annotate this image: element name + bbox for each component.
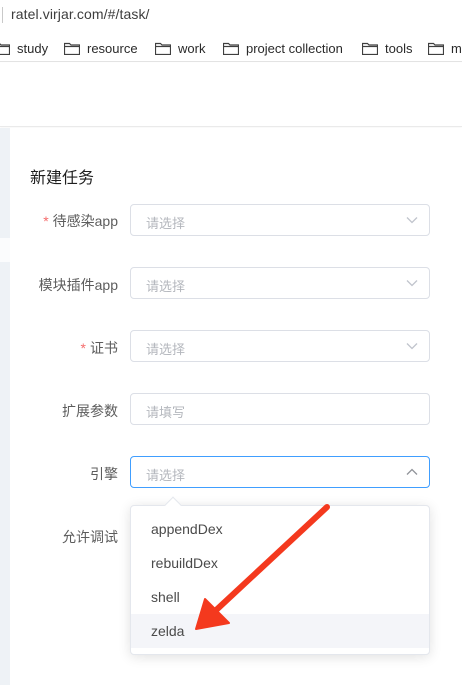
bookmarks-bar: study resource work project collection t… xyxy=(0,32,462,62)
label-text: 引擎 xyxy=(90,466,118,482)
target-app-select[interactable]: 请选择 xyxy=(130,204,430,236)
label-module-app: 模块插件app xyxy=(39,275,118,295)
screenshot: ratel.virjar.com/#/task/ study resource … xyxy=(0,0,462,685)
sidebar-edge-highlight xyxy=(0,238,10,262)
url-separator xyxy=(2,7,3,23)
address-bar[interactable]: ratel.virjar.com/#/task/ xyxy=(0,0,462,32)
bookmark-label: resource xyxy=(87,40,138,56)
engine-select[interactable]: 请选择 xyxy=(130,456,430,488)
label-text: 待感染app xyxy=(52,213,118,229)
bookmark-study[interactable]: study xyxy=(0,40,48,56)
sidebar-edge xyxy=(0,128,10,685)
placeholder: 请选择 xyxy=(146,342,186,357)
bookmark-m[interactable]: m xyxy=(428,40,462,56)
engine-option-zelda[interactable]: zelda xyxy=(131,614,429,648)
engine-option-rebuilddex[interactable]: rebuildDex xyxy=(131,546,429,580)
label-extra-params: 扩展参数 xyxy=(62,401,118,421)
chevron-down-icon xyxy=(406,217,418,224)
label-allow-debug: 允许调试 xyxy=(62,527,118,547)
url-text[interactable]: ratel.virjar.com/#/task/ xyxy=(11,6,150,22)
label-text: 证书 xyxy=(90,340,118,356)
bookmark-label: tools xyxy=(385,40,413,56)
engine-option-shell[interactable]: shell xyxy=(131,580,429,614)
bookmark-work[interactable]: work xyxy=(155,40,205,56)
bookmark-label: study xyxy=(17,40,49,56)
module-app-select[interactable]: 请选择 xyxy=(130,267,430,299)
chevron-up-icon xyxy=(406,468,418,475)
extra-params-input[interactable]: 请填写 xyxy=(130,393,430,425)
page-title: 新建任务 xyxy=(30,170,95,187)
bookmark-tools[interactable]: tools xyxy=(362,40,412,56)
placeholder: 请填写 xyxy=(146,405,186,420)
folder-icon xyxy=(155,42,171,55)
chevron-down-icon xyxy=(406,280,418,287)
label-engine: 引擎 xyxy=(90,464,118,484)
bookmark-project-collection[interactable]: project collection xyxy=(223,40,343,56)
label-text: 允许调试 xyxy=(62,529,118,545)
page-header xyxy=(0,63,462,127)
placeholder: 请选择 xyxy=(146,279,186,294)
folder-icon xyxy=(223,42,239,55)
required-mark: * xyxy=(80,340,86,356)
bookmark-label: work xyxy=(178,40,206,56)
certificate-select[interactable]: 请选择 xyxy=(130,330,430,362)
folder-icon xyxy=(0,42,10,55)
engine-option-appenddex[interactable]: appendDex xyxy=(131,512,429,546)
folder-icon xyxy=(428,42,444,55)
label-certificate: * 证书 xyxy=(81,338,118,358)
folder-icon xyxy=(64,42,80,55)
bookmark-label: m xyxy=(451,40,462,56)
required-mark: * xyxy=(43,213,49,229)
placeholder: 请选择 xyxy=(146,468,186,483)
chevron-down-icon xyxy=(406,343,418,350)
folder-icon xyxy=(362,42,378,55)
placeholder: 请选择 xyxy=(146,216,186,231)
label-text: 模块插件app xyxy=(38,277,118,293)
label-text: 扩展参数 xyxy=(62,403,118,419)
bookmark-label: project collection xyxy=(246,40,343,56)
label-target-app: * 待感染app xyxy=(43,211,118,231)
bookmark-resource[interactable]: resource xyxy=(64,40,138,56)
